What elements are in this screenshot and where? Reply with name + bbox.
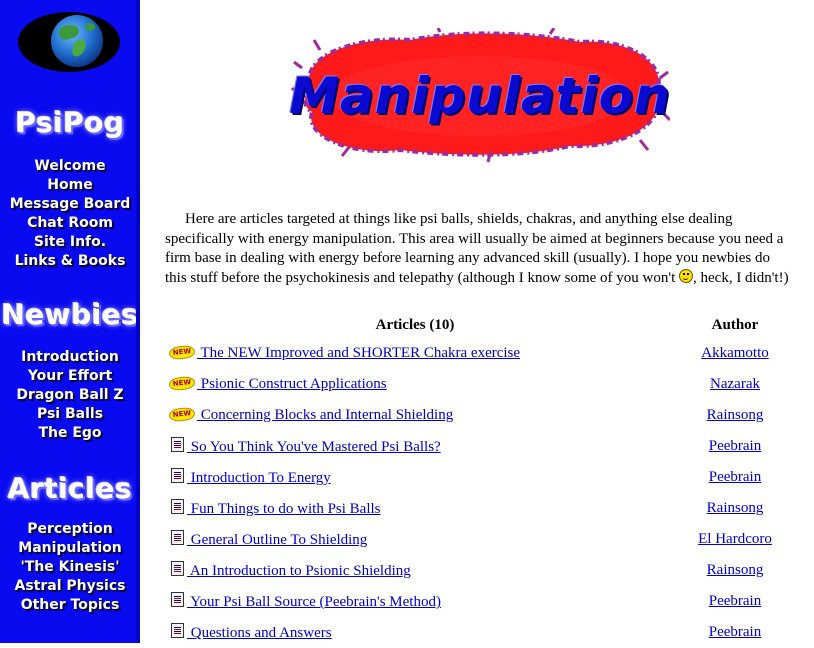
document-icon [171,623,184,638]
table-row: An Introduction to Psionic Shielding Rain… [165,555,805,586]
new-badge-icon: NEW [168,375,196,392]
table-row: So You Think You've Mastered Psi Balls? P… [165,431,805,462]
nav-list-newbies: Introduction Your Effort Dragon Ball Z P… [0,348,140,443]
intro-paragraph: Here are articles targeted at things lik… [165,210,795,288]
nav-item-the-kinesis[interactable]: 'The Kinesis' [0,558,140,577]
author-cell: El Hardcoro [665,524,805,555]
document-icon [171,468,184,483]
nav-item-links-books[interactable]: Links & Books [0,252,140,271]
nav-list-psipog: Welcome Home Message Board Chat Room Sit… [0,157,140,271]
nav-item-your-effort[interactable]: Your Effort [0,367,140,386]
article-title-cell: General Outline To Shielding [165,524,665,555]
article-link[interactable]: The NEW Improved and SHORTER Chakra exer… [197,345,520,361]
table-row: Questions and Answers Peebrain [165,617,805,648]
article-title-cell: Questions and Answers [165,617,665,648]
nav-item-dragon-ball-z[interactable]: Dragon Ball Z [0,386,140,405]
section-title-psipog: PsiPog [15,106,125,139]
author-link[interactable]: Rainsong [707,407,764,423]
section-title-articles: Articles [7,472,133,505]
table-row: Introduction To Energy Peebrain [165,462,805,493]
nav-item-site-info[interactable]: Site Info. [0,233,140,252]
document-icon [171,561,184,576]
article-link[interactable]: Questions and Answers [187,625,332,641]
author-cell: Rainsong [665,400,805,431]
globe-logo[interactable] [18,12,120,72]
author-cell: Rainsong [665,555,805,586]
article-link[interactable]: Introduction To Energy [187,470,331,486]
article-title-cell: NEW Concerning Blocks and Internal Shiel… [165,400,665,431]
author-cell: Peebrain [665,617,805,648]
document-icon [171,437,184,452]
nav-item-chat-room[interactable]: Chat Room [0,214,140,233]
page-banner: Manipulation [289,28,671,163]
table-row: NEW Psionic Construct Applications Nazara… [165,369,805,400]
article-link[interactable]: So You Think You've Mastered Psi Balls? [187,439,441,455]
article-title-cell: An Introduction to Psionic Shielding [165,555,665,586]
banner-title: Manipulation [289,66,671,125]
article-link[interactable]: An Introduction to Psionic Shielding [187,563,411,579]
smiley-icon [679,268,693,283]
author-link[interactable]: Peebrain [709,438,761,454]
document-icon [171,530,184,545]
intro-text-end: , heck, I didn't!) [693,269,789,286]
table-row: Your Psi Ball Source (Peebrain's Method)… [165,586,805,617]
author-cell: Nazarak [665,369,805,400]
table-row: NEW The NEW Improved and SHORTER Chakra … [165,338,805,369]
author-cell: Rainsong [665,493,805,524]
article-title-cell: NEW The NEW Improved and SHORTER Chakra … [165,338,665,369]
nav-item-message-board[interactable]: Message Board [0,195,140,214]
article-link[interactable]: Your Psi Ball Source (Peebrain's Method) [187,594,441,610]
new-badge-icon: NEW [168,406,196,423]
nav-list-articles: Perception Manipulation 'The Kinesis' As… [0,520,140,615]
author-link[interactable]: Peebrain [709,624,761,640]
nav-item-other-topics[interactable]: Other Topics [0,596,140,615]
article-title-cell: NEW Psionic Construct Applications [165,369,665,400]
author-link[interactable]: Nazarak [710,376,760,392]
article-title-cell: Your Psi Ball Source (Peebrain's Method) [165,586,665,617]
nav-item-introduction[interactable]: Introduction [0,348,140,367]
table-row: Fun Things to do with Psi Balls Rainsong [165,493,805,524]
sidebar: PsiPog Welcome Home Message Board Chat R… [0,0,140,643]
new-badge-icon: NEW [168,344,196,361]
author-link[interactable]: Akkamotto [701,345,769,361]
header-articles: Articles (10) [375,316,455,333]
table-row: NEW Concerning Blocks and Internal Shiel… [165,400,805,431]
document-icon [171,499,184,514]
author-link[interactable]: Peebrain [709,593,761,609]
table-header-row: Articles (10) Author [165,312,805,338]
author-link[interactable]: Rainsong [707,500,764,516]
section-title-newbies: Newbies [1,298,139,331]
nav-item-perception[interactable]: Perception [0,520,140,539]
nav-item-astral-physics[interactable]: Astral Physics [0,577,140,596]
author-link[interactable]: Peebrain [709,469,761,485]
article-title-cell: So You Think You've Mastered Psi Balls? [165,431,665,462]
article-link[interactable]: General Outline To Shielding [187,532,368,548]
article-title-cell: Fun Things to do with Psi Balls [165,493,665,524]
nav-item-home[interactable]: Home [0,176,140,195]
author-cell: Peebrain [665,462,805,493]
nav-item-welcome[interactable]: Welcome [0,157,140,176]
article-link[interactable]: Psionic Construct Applications [197,376,387,392]
header-author: Author [711,316,759,333]
nav-item-manipulation[interactable]: Manipulation [0,539,140,558]
article-title-cell: Introduction To Energy [165,462,665,493]
document-icon [171,592,184,607]
nav-item-psi-balls[interactable]: Psi Balls [0,405,140,424]
article-link[interactable]: Fun Things to do with Psi Balls [187,501,381,517]
nav-item-the-ego[interactable]: The Ego [0,424,140,443]
author-link[interactable]: El Hardcoro [698,531,772,547]
article-link[interactable]: Concerning Blocks and Internal Shielding [197,407,453,423]
articles-table: Articles (10) Author NEW The NEW Improve… [165,312,805,648]
author-cell: Peebrain [665,431,805,462]
author-link[interactable]: Rainsong [707,562,764,578]
author-cell: Peebrain [665,586,805,617]
globe-icon [51,15,103,67]
author-cell: Akkamotto [665,338,805,369]
table-row: General Outline To Shielding El Hardcoro [165,524,805,555]
